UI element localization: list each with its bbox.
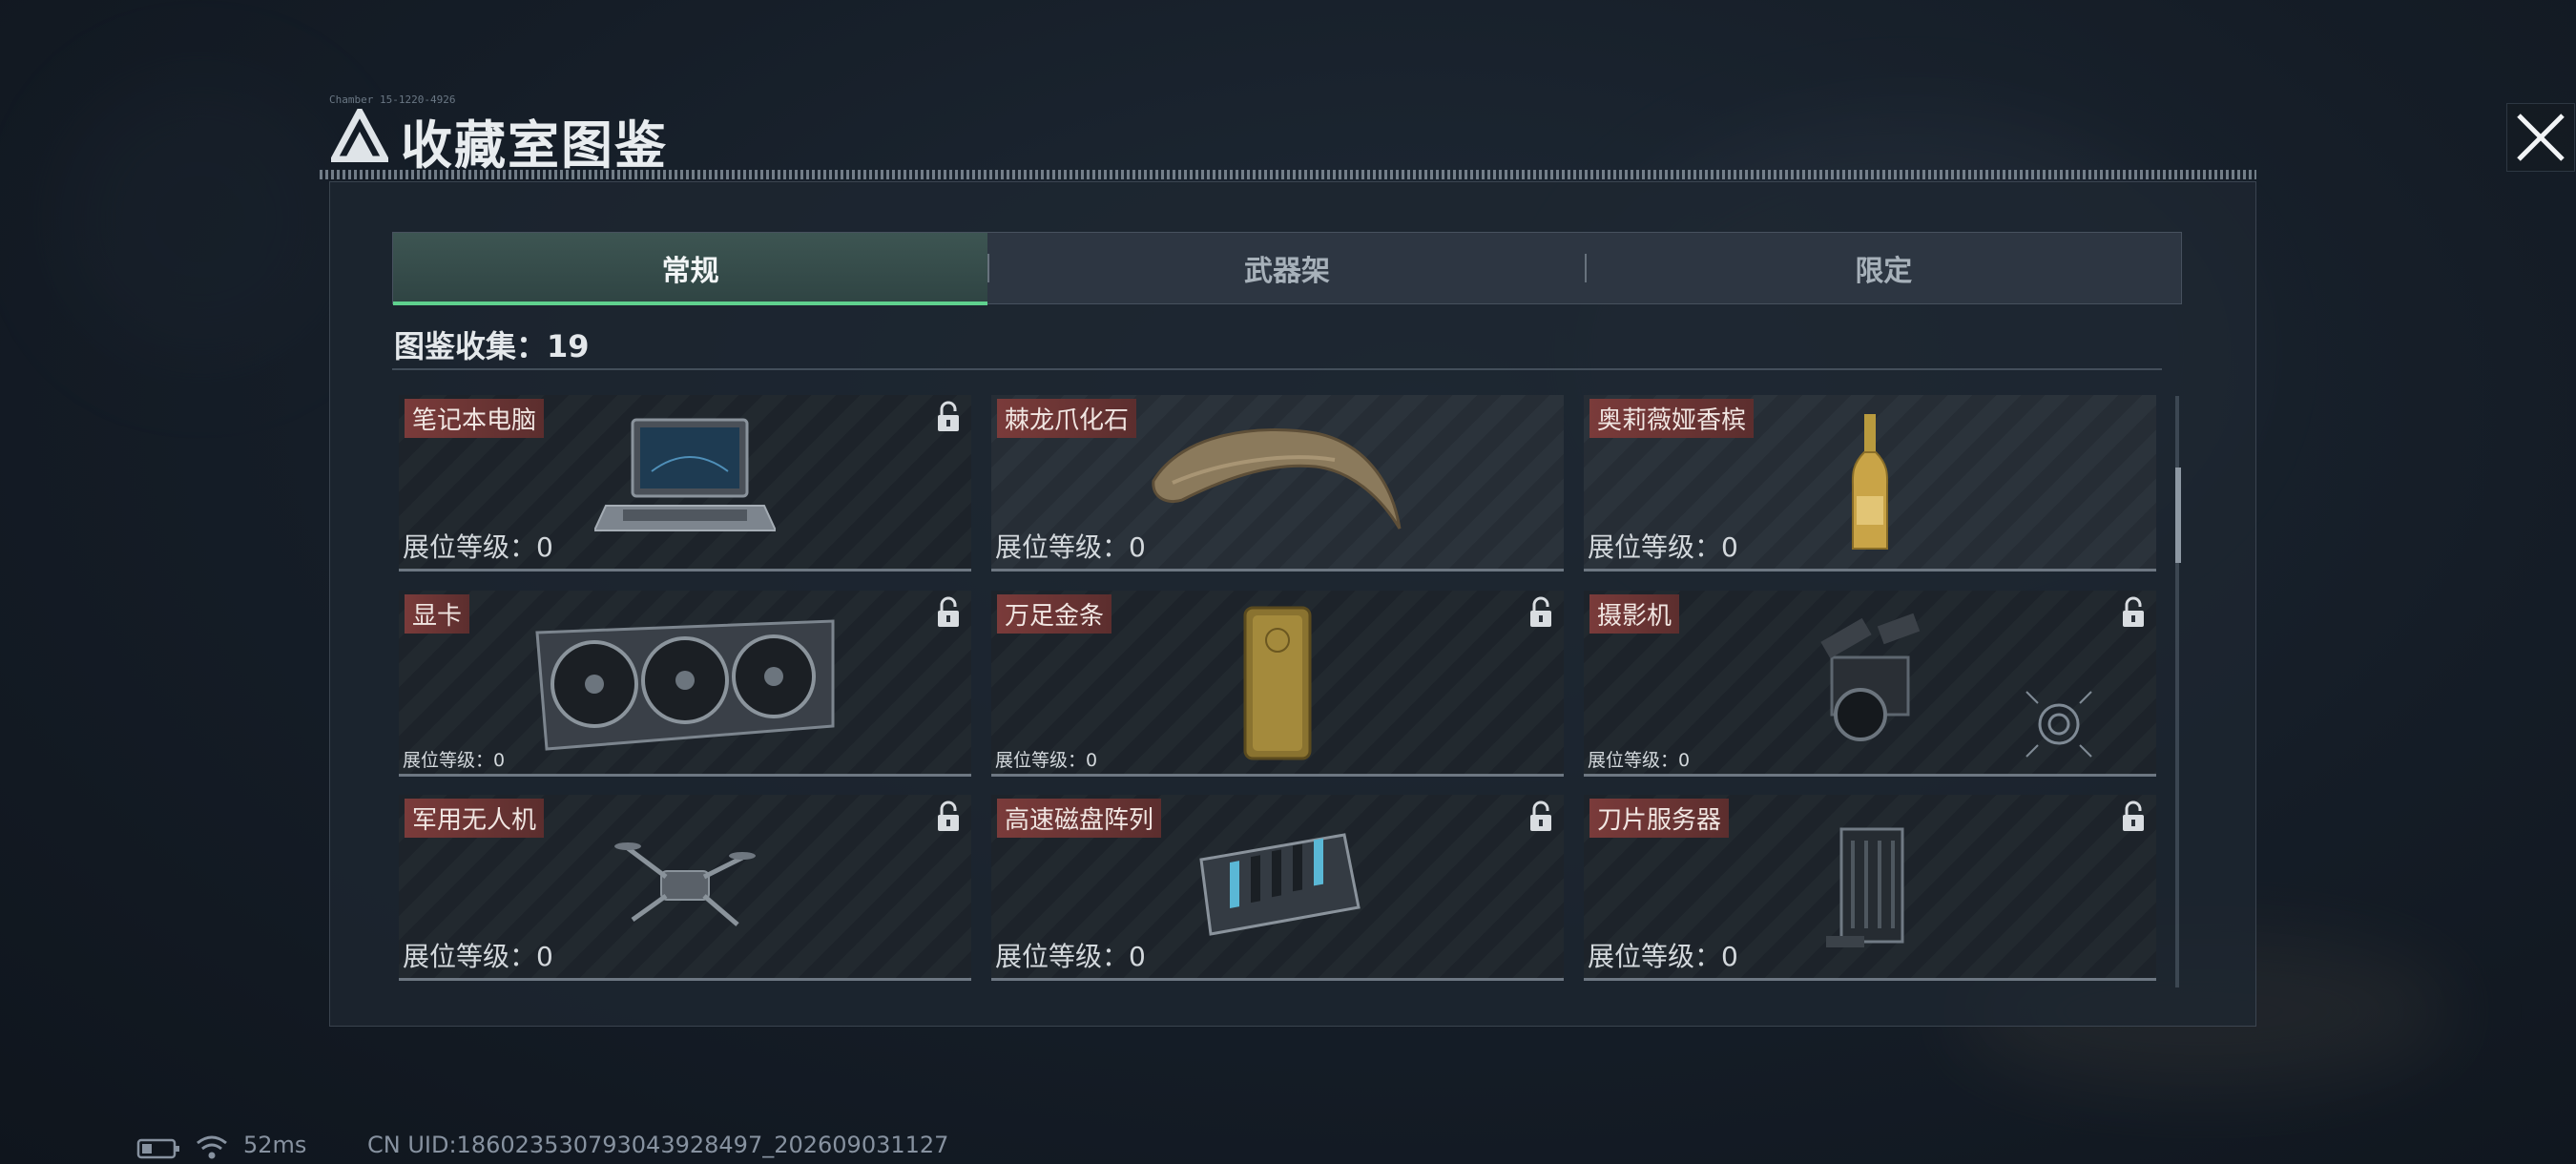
uid-text: CN UID:186023530793043928497_20260903112…	[367, 1132, 949, 1158]
item-name: 显卡	[405, 594, 470, 634]
item-level: 展位等级：0	[1588, 750, 1691, 771]
scrollbar-thumb[interactable]	[2175, 468, 2181, 563]
item-name: 高速磁盘阵列	[997, 799, 1162, 838]
lock-icon	[938, 401, 959, 431]
item-card-drone[interactable]: 军用无人机 展位等级：0	[399, 795, 971, 981]
lock-icon	[2123, 596, 2144, 627]
gold-bar-icon	[1243, 606, 1312, 760]
collection-label: 图鉴收集：	[394, 328, 548, 364]
window-header: Chamber 15-1220-4926 收藏室图鉴	[320, 94, 2575, 179]
tab-regular[interactable]: 常规	[393, 233, 988, 305]
claw-fossil-icon	[1152, 428, 1402, 530]
lock-icon	[1530, 800, 1551, 831]
item-card-gold-bar[interactable]: 万足金条 展位等级：0	[991, 591, 1564, 777]
item-level: 展位等级：0	[403, 941, 553, 972]
item-card-champagne[interactable]: 奥莉薇娅香槟 展位等级：0	[1584, 395, 2156, 572]
delta-logo-icon	[331, 109, 388, 162]
item-card-laptop[interactable]: 笔记本电脑 展位等级：0	[399, 395, 971, 572]
battery-icon	[136, 1138, 179, 1159]
section-divider	[392, 368, 2162, 370]
camera-icon	[1820, 613, 1921, 741]
disk-array-icon	[1199, 833, 1361, 936]
collection-count: 图鉴收集：19	[394, 322, 590, 366]
item-level: 展位等级：0	[403, 750, 506, 771]
header-divider	[320, 170, 2256, 179]
tab-limited[interactable]: 限定	[1587, 233, 2181, 303]
lock-icon	[938, 800, 959, 831]
laptop-icon	[594, 418, 776, 531]
lock-icon	[2123, 800, 2144, 831]
item-name: 刀片服务器	[1589, 799, 1730, 838]
item-name: 万足金条	[997, 594, 1112, 634]
target-reticle-icon	[2025, 691, 2092, 758]
collection-number: 19	[547, 328, 590, 364]
item-level: 展位等级：0	[995, 750, 1098, 771]
item-card-blade-server[interactable]: 刀片服务器 展位等级：0	[1584, 795, 2156, 981]
blade-server-icon	[1826, 827, 1904, 947]
item-level: 展位等级：0	[995, 531, 1146, 563]
item-name: 笔记本电脑	[405, 399, 545, 438]
item-level: 展位等级：0	[1588, 531, 1738, 563]
close-icon	[2517, 114, 2565, 161]
category-tabs: 常规 武器架 限定	[392, 232, 2182, 305]
wifi-icon	[197, 1135, 227, 1159]
item-card-claw-fossil[interactable]: 棘龙爪化石 展位等级：0	[991, 395, 1564, 572]
lock-icon	[938, 596, 959, 627]
page-title: 收藏室图鉴	[401, 115, 668, 176]
item-card-camera[interactable]: 摄影机 展位等级：0	[1584, 591, 2156, 777]
item-name: 军用无人机	[405, 799, 545, 838]
ping-text: 52ms	[243, 1132, 307, 1158]
tab-weapon-rack[interactable]: 武器架	[989, 233, 1584, 303]
drone-icon	[614, 842, 756, 926]
close-button[interactable]	[2506, 103, 2575, 172]
lock-icon	[1530, 596, 1551, 627]
graphics-card-icon	[535, 619, 835, 751]
item-card-disk-array[interactable]: 高速磁盘阵列 展位等级：0	[991, 795, 1564, 981]
item-name: 摄影机	[1589, 594, 1680, 634]
item-name: 棘龙爪化石	[997, 399, 1137, 438]
item-level: 展位等级：0	[995, 941, 1146, 972]
item-name: 奥莉薇娅香槟	[1589, 399, 1755, 438]
champagne-bottle-icon	[1851, 414, 1889, 550]
item-level: 展位等级：0	[1588, 941, 1738, 972]
item-card-graphics-card[interactable]: 显卡 展位等级：0	[399, 591, 971, 777]
item-level: 展位等级：0	[403, 531, 553, 563]
